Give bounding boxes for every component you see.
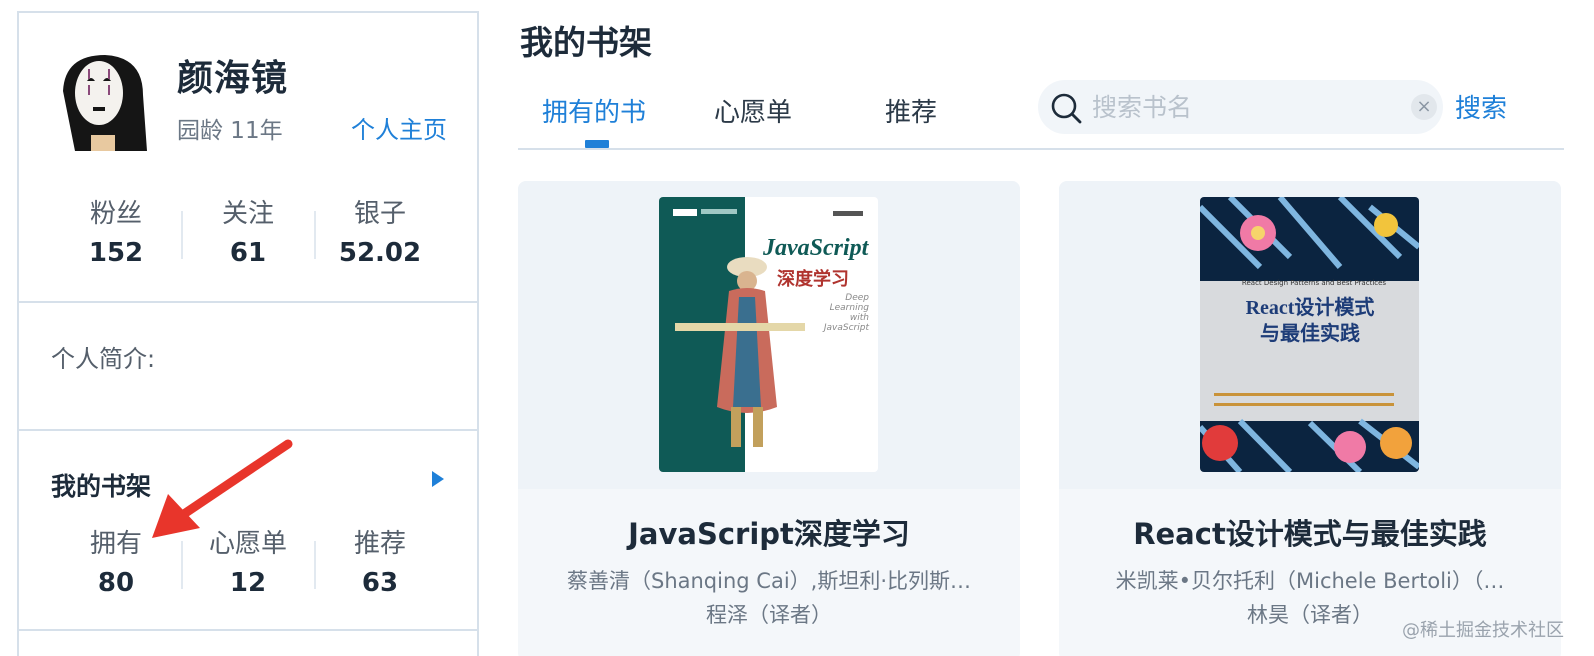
search-input[interactable] [1092,89,1402,125]
cover-subtitle: React Design Patterns and Best Practices [1241,279,1387,287]
cover-area: React Design Patterns and Best Practices… [1059,181,1561,489]
stat-following[interactable]: 关注 61 [183,193,313,268]
bookshelf-panel: 我的书架 拥有 80 心愿单 12 推荐 63 [19,431,477,631]
stat-value: 63 [361,568,399,598]
book-card[interactable]: JavaScript 深度学习 Deep Learning with JavaS… [518,181,1020,656]
stat-value: 80 [97,568,135,598]
search-box: × [1038,80,1443,134]
stat-value: 12 [229,568,267,598]
stat-value: 52.02 [338,238,422,268]
search-button[interactable]: 搜索 [1455,88,1507,125]
book-cover: JavaScript 深度学习 Deep Learning with JavaS… [659,197,878,472]
active-tab-indicator [585,140,609,148]
personal-homepage-link[interactable]: 个人主页 [351,110,447,145]
stat-label: 推荐 [353,529,406,559]
profile-stats: 粉丝 152 关注 61 银子 52.02 [19,193,477,273]
book-translator: 程泽（译者） [706,603,832,627]
book-author: 米凯莱•贝尔托利（Michele Bertoli）（… [1115,569,1505,593]
avatar[interactable] [55,51,151,155]
user-name: 颜海镜 [177,58,289,99]
book-card[interactable]: React Design Patterns and Best Practices… [1059,181,1561,656]
stat-owned[interactable]: 拥有 80 [51,523,181,598]
cover-title-en: JavaScript [763,235,869,261]
cover-title-line1: React设计模式 [1245,297,1375,319]
watermark: @稀土掘金技术社区 [1402,620,1564,641]
stat-value: 61 [229,238,267,268]
expand-arrow-icon[interactable] [432,471,444,487]
main-content: 我的书架 拥有的书 心愿单 推荐 × 搜索 [518,0,1594,656]
page-title: 我的书架 [520,23,652,62]
clear-icon[interactable]: × [1411,94,1437,120]
cover-title-cn: 深度学习 [777,269,849,290]
cover-title-line2: 与最佳实践 [1260,323,1360,345]
page: 颜海镜 园龄 11年 个人主页 粉丝 152 关注 61 银子 52.02 个人… [0,0,1594,656]
cover-area: JavaScript 深度学习 Deep Learning with JavaS… [518,181,1020,489]
book-title: JavaScript深度学习 [628,517,910,551]
tab-recommended[interactable]: 推荐 [885,92,937,129]
tab-owned-books[interactable]: 拥有的书 [542,92,646,129]
stat-wishlist[interactable]: 心愿单 12 [183,523,313,598]
book-title: React设计模式与最佳实践 [1133,517,1487,551]
stat-label: 银子 [353,199,406,229]
bookshelf-stats: 拥有 80 心愿单 12 推荐 63 [19,523,477,603]
profile-card: 颜海镜 园龄 11年 个人主页 粉丝 152 关注 61 银子 52.02 [19,13,477,303]
no-face-avatar-icon [63,55,147,151]
sidebar: 颜海镜 园龄 11年 个人主页 粉丝 152 关注 61 银子 52.02 个人… [17,11,479,656]
bio-section: 个人简介: [19,303,477,431]
book-cover: React Design Patterns and Best Practices… [1200,197,1419,472]
stat-value: 152 [88,238,144,268]
stat-recommended[interactable]: 推荐 63 [315,523,445,598]
stat-label: 拥有 [89,529,142,559]
stat-label: 心愿单 [208,529,287,559]
book-author: 蔡善清（Shanqing Cai）,斯坦利·比列斯… [566,569,971,593]
stat-label: 关注 [221,199,274,229]
bio-label: 个人简介: [51,345,156,373]
tab-wishlist[interactable]: 心愿单 [714,92,792,129]
stat-label: 粉丝 [89,199,142,229]
stat-followers[interactable]: 粉丝 152 [51,193,181,268]
cover-subtitle: Deep Learning with JavaScript [823,293,869,333]
bookshelf-title: 我的书架 [51,472,152,501]
search-icon [1051,93,1082,124]
account-age: 园龄 11年 [177,118,283,144]
stat-silver[interactable]: 银子 52.02 [315,193,445,268]
